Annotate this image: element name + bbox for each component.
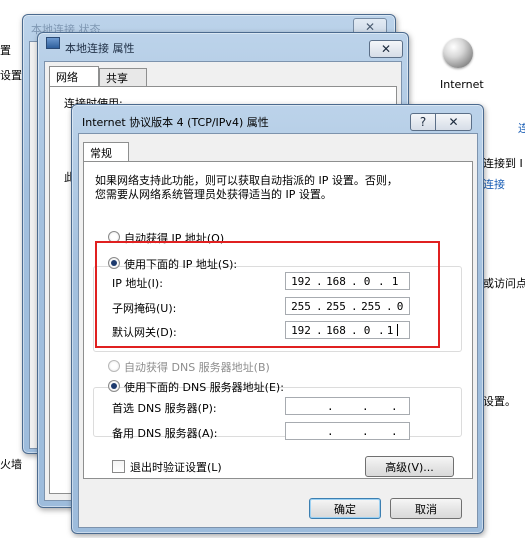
highlight-box xyxy=(95,241,440,348)
validate-checkbox[interactable] xyxy=(112,460,125,473)
cancel-button[interactable]: 取消 xyxy=(390,498,462,519)
tab-general[interactable]: 常规 xyxy=(83,142,129,162)
properties-window-title: 本地连接 属性 xyxy=(65,42,135,55)
dns-dot: . xyxy=(391,399,398,413)
bg-settings-text: 设置。 xyxy=(483,395,516,408)
dns-dot: . xyxy=(327,424,334,438)
auto-dns-radio[interactable] xyxy=(108,360,120,372)
tab-general-label: 常规 xyxy=(90,147,112,160)
alternate-dns-label: 备用 DNS 服务器(A): xyxy=(112,427,218,440)
ipv4-window-close-button[interactable]: ✕ xyxy=(435,113,472,131)
help-icon: ? xyxy=(419,115,427,129)
preferred-dns-label: 首选 DNS 服务器(P): xyxy=(112,402,217,415)
bg-right-link-top[interactable]: 连 xyxy=(518,120,525,136)
tab-network[interactable]: 网络 xyxy=(49,66,99,86)
internet-globe-icon[interactable] xyxy=(443,38,473,68)
bg-firewall-text: 火墙 xyxy=(0,458,22,471)
tab-network-label: 网络 xyxy=(56,71,78,84)
properties-window-close-button[interactable]: ✕ xyxy=(369,40,403,58)
bg-or-visit-text: 或访问点 xyxy=(483,277,525,290)
manual-dns-label[interactable]: 使用下面的 DNS 服务器地址(E): xyxy=(124,379,284,395)
tab-sharing[interactable]: 共享 xyxy=(99,68,147,86)
ipv4-window-title: Internet 协议版本 4 (TCP/IPv4) 属性 xyxy=(82,116,269,129)
bg-connect-link[interactable]: 连接 xyxy=(483,176,505,192)
alternate-dns-field[interactable]: . . . xyxy=(285,422,410,440)
bg-left-item-1: 置 xyxy=(0,44,11,57)
close-icon: ✕ xyxy=(380,42,392,56)
dns-dot: . xyxy=(362,424,369,438)
dns-dot: . xyxy=(362,399,369,413)
advanced-button[interactable]: 高级(V)... xyxy=(365,456,454,477)
dns-dot: . xyxy=(327,399,334,413)
bg-connect-to-text: 连接到 I xyxy=(483,157,523,170)
manual-dns-radio[interactable] xyxy=(108,380,120,392)
auto-dns-label[interactable]: 自动获得 DNS 服务器地址(B) xyxy=(124,359,270,375)
description-line-2: 您需要从网络系统管理员处获得适当的 IP 设置。 xyxy=(95,188,332,201)
close-icon: ✕ xyxy=(448,115,459,129)
bg-left-item-2: 设置 xyxy=(0,69,22,82)
validate-label[interactable]: 退出时验证设置(L) xyxy=(130,459,222,475)
tab-sharing-label: 共享 xyxy=(106,72,128,85)
ok-button[interactable]: 确定 xyxy=(309,498,381,519)
help-button[interactable]: ? xyxy=(410,113,436,131)
network-icon xyxy=(46,37,60,49)
bg-internet-label[interactable]: Internet xyxy=(440,78,484,91)
preferred-dns-field[interactable]: . . . xyxy=(285,397,410,415)
dns-dot: . xyxy=(391,424,398,438)
